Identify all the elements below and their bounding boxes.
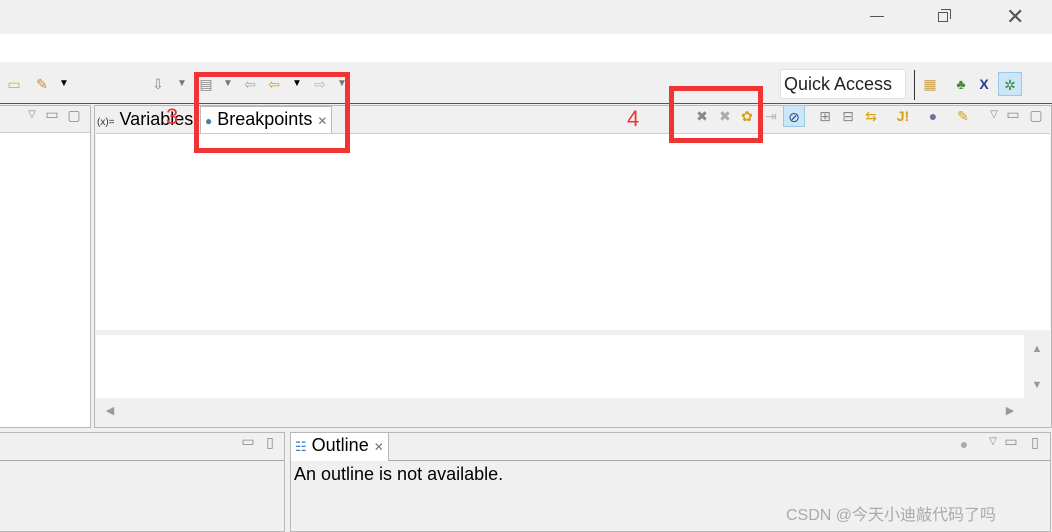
annotation-label-4: 4	[627, 106, 640, 131]
tab-label: Outline	[311, 435, 369, 455]
scroll-right-icon[interactable]: ▶	[1002, 403, 1018, 419]
tab-outline[interactable]: ☷ Outline ✕	[291, 433, 389, 461]
close-button[interactable]: ✕	[1006, 4, 1024, 30]
open-perspective-icon[interactable]: ▦	[922, 76, 938, 92]
minimize-view-icon[interactable]: ▭	[1003, 433, 1019, 449]
outline-icon: ☷	[295, 439, 307, 454]
open-folder-icon[interactable]: ▭	[6, 76, 22, 92]
minimize-view-icon[interactable]: ▭	[1005, 106, 1021, 122]
annotation-box-4	[669, 86, 763, 143]
maximize-view-icon[interactable]: ▯	[262, 434, 278, 450]
minimize-button[interactable]	[868, 6, 886, 26]
breakpoint-properties-icon[interactable]: ✎	[955, 108, 971, 124]
minimize-view-icon[interactable]: ▭	[240, 433, 256, 449]
dropdown-icon[interactable]: ▼	[174, 76, 190, 92]
variables-icon: (x)=	[97, 117, 115, 128]
annotation-label-3: 3	[166, 104, 179, 129]
quick-access-input[interactable]: Quick Access	[780, 69, 906, 99]
java-perspective-icon[interactable]: ♣	[953, 76, 969, 92]
breakpoint-details-area[interactable]	[96, 335, 1024, 398]
view-menu-icon[interactable]: ▽	[24, 107, 40, 123]
view-header-divider	[291, 460, 1050, 461]
breakpoints-list[interactable]	[96, 133, 1050, 330]
outline-message: An outline is not available.	[294, 464, 504, 484]
group-by-icon[interactable]: ●	[925, 108, 941, 124]
next-annotation-icon[interactable]: ⇩	[150, 76, 166, 92]
restore-button[interactable]	[936, 8, 952, 24]
scroll-down-icon[interactable]: ▼	[1029, 377, 1045, 393]
add-java-exception-breakpoint-icon[interactable]: J!	[895, 108, 911, 124]
left-view-content	[0, 132, 90, 427]
dropdown-icon[interactable]: ▼	[56, 76, 72, 92]
collapse-all-icon[interactable]: ⊟	[840, 108, 856, 124]
title-bar	[0, 0, 1052, 34]
scroll-up-icon[interactable]: ▲	[1029, 341, 1045, 357]
go-to-file-icon[interactable]: ⇥	[763, 108, 779, 124]
view-menu-icon[interactable]: ▽	[986, 107, 1002, 123]
xml-perspective-icon[interactable]: X	[976, 76, 992, 92]
vertical-scrollbar[interactable]: ▲ ▼	[1024, 335, 1050, 398]
menu-bar	[0, 34, 1052, 62]
maximize-view-icon[interactable]: ▯	[1027, 434, 1043, 450]
group-icon[interactable]: ●	[956, 436, 972, 452]
toolbar-separator	[914, 70, 915, 100]
skip-all-breakpoints-icon[interactable]: ⊘	[783, 105, 805, 127]
maximize-view-icon[interactable]: ▢	[1028, 107, 1044, 123]
annotation-box-3	[194, 72, 350, 153]
expand-all-icon[interactable]: ⊞	[817, 108, 833, 124]
view-menu-icon[interactable]: ▽	[985, 434, 1001, 450]
close-tab-icon[interactable]: ✕	[374, 440, 384, 454]
horizontal-scrollbar[interactable]: ◀ ▶	[96, 398, 1024, 424]
maximize-view-icon[interactable]: ▢	[66, 107, 82, 123]
scroll-left-icon[interactable]: ◀	[102, 403, 118, 419]
tab-label: Variables	[119, 109, 194, 129]
view-header-divider	[0, 460, 284, 461]
tab-variables[interactable]: (x)= Variables	[97, 107, 193, 135]
link-with-debug-view-icon[interactable]: ⇆	[863, 108, 879, 124]
left-view	[0, 105, 91, 428]
minimize-view-icon[interactable]: ▭	[44, 106, 60, 122]
run-icon[interactable]: ✎	[34, 76, 50, 92]
debug-perspective-icon[interactable]: ✲	[998, 72, 1022, 96]
watermark: CSDN @今天小迪敲代码了吗	[786, 507, 997, 524]
